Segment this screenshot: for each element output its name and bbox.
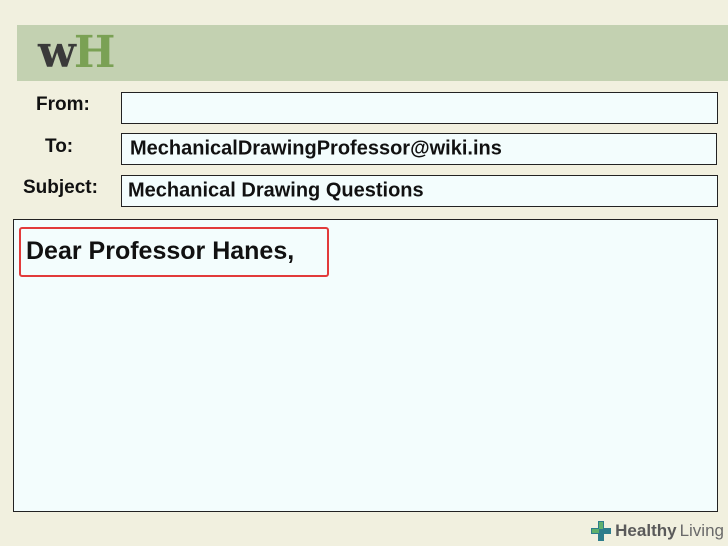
header-bar (17, 25, 728, 81)
medical-cross-icon (591, 521, 612, 541)
subject-value: Mechanical Drawing Questions (128, 179, 424, 202)
subject-field[interactable]: Mechanical Drawing Questions (121, 175, 718, 207)
body-greeting: Dear Professor Hanes, (26, 237, 295, 265)
watermark-brand-bold: Healthy (615, 521, 677, 540)
from-field[interactable] (121, 92, 718, 124)
healthy-living-watermark: Healthy Living (590, 518, 724, 544)
to-field[interactable]: MechanicalDrawingProfessor@wiki.ins (121, 133, 717, 165)
to-value: MechanicalDrawingProfessor@wiki.ins (130, 137, 502, 160)
app-logo: wH (38, 31, 115, 75)
logo-h: H (73, 27, 116, 78)
watermark-brand-light: Living (679, 521, 724, 540)
subject-label: Subject: (23, 177, 98, 198)
from-label: From: (36, 94, 90, 115)
logo-w: w (38, 27, 76, 78)
to-label: To: (45, 136, 74, 157)
